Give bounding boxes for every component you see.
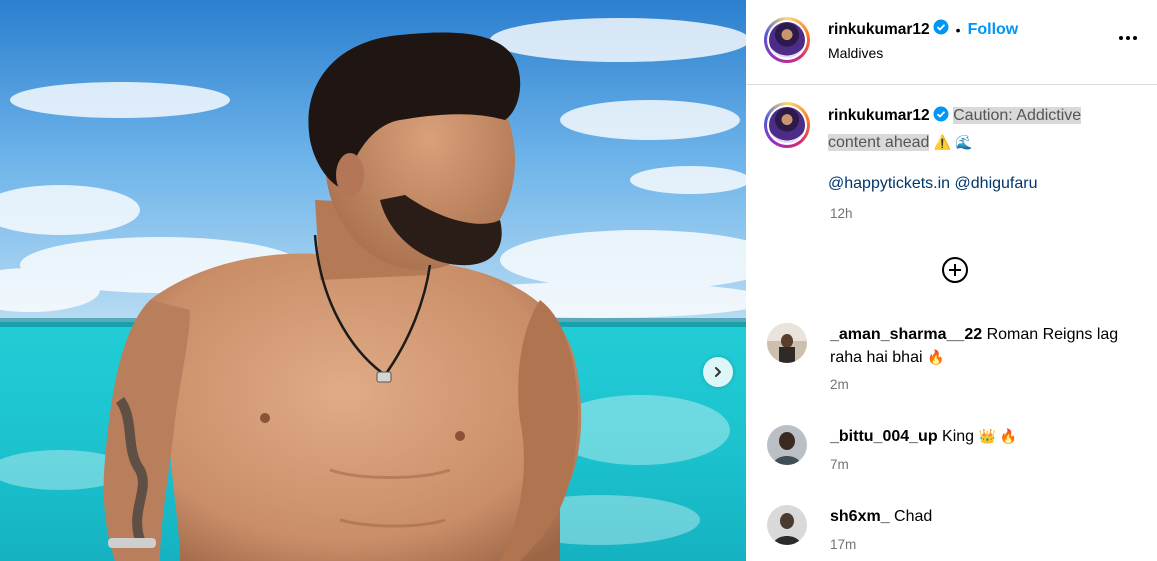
post-photo: [0, 0, 746, 561]
crown-fire-emoji: 👑 🔥: [978, 428, 1018, 444]
comment-text: _aman_sharma__22 Roman Reigns lag raha h…: [830, 323, 1130, 369]
post-header: rinkukumar12 • Follow Maldives: [746, 0, 1157, 85]
post-side-panel: rinkukumar12 • Follow Maldives rinkukuma…: [746, 0, 1157, 561]
commenter-avatar[interactable]: [767, 323, 807, 363]
warning-wave-emoji: ⚠️ 🌊: [933, 134, 973, 150]
follow-button[interactable]: Follow: [968, 21, 1019, 39]
caption-mentions: @happytickets.in @dhigufaru: [828, 175, 1038, 193]
caption-author-avatar[interactable]: [764, 102, 810, 148]
header-title-row: rinkukumar12 • Follow: [828, 19, 1018, 40]
separator-dot: •: [955, 21, 961, 38]
author-avatar-image: [769, 22, 805, 58]
comment-username[interactable]: _aman_sharma__22: [830, 326, 982, 343]
caption-avatar-image: [769, 107, 805, 143]
next-slide-button[interactable]: [703, 357, 733, 387]
comment-username[interactable]: sh6xm_: [830, 508, 890, 525]
comment-time[interactable]: 17m: [830, 537, 856, 552]
caption-time[interactable]: 12h: [830, 206, 853, 221]
mention-happytickets[interactable]: @happytickets.in: [828, 175, 950, 192]
author-username[interactable]: rinkukumar12: [828, 21, 930, 39]
caption-username[interactable]: rinkukumar12: [828, 107, 930, 124]
commenter-avatar[interactable]: [767, 425, 807, 465]
comment-text: sh6xm_ Chad: [830, 505, 1130, 528]
author-avatar[interactable]: [764, 17, 810, 63]
verified-badge-icon: [933, 19, 949, 40]
more-options-icon[interactable]: [1119, 36, 1137, 40]
commenter-avatar[interactable]: [767, 505, 807, 545]
comment-content: King: [942, 428, 975, 445]
comment-time[interactable]: 7m: [830, 457, 849, 472]
chevron-right-icon: [715, 367, 721, 377]
comment-text: _bittu_004_up King 👑 🔥: [830, 425, 1130, 448]
caption-text: rinkukumar12 Caution: Addictive content …: [828, 104, 1128, 155]
verified-badge-icon: [933, 106, 949, 130]
fire-emoji: 🔥: [926, 349, 945, 365]
post-location[interactable]: Maldives: [828, 45, 883, 61]
comment-content: Chad: [894, 508, 933, 525]
comment-time[interactable]: 2m: [830, 377, 849, 392]
comment-username[interactable]: _bittu_004_up: [830, 428, 938, 445]
mention-dhigufaru[interactable]: @dhigufaru: [955, 175, 1038, 192]
add-comment-icon[interactable]: [941, 256, 969, 284]
post-media[interactable]: [0, 0, 746, 561]
